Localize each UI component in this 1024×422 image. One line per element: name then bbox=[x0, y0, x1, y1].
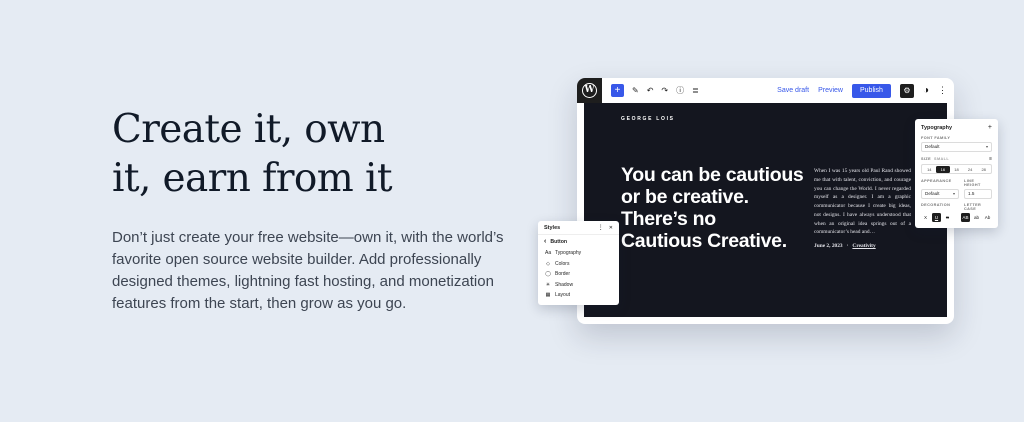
options-kebab-icon[interactable]: ⋮ bbox=[938, 86, 947, 95]
styles-back-label: Button bbox=[550, 238, 568, 245]
quote-heading-block[interactable]: You can be cautious or be creative. Ther… bbox=[621, 164, 804, 253]
font-family-label: FONT FAMILY bbox=[921, 135, 951, 140]
font-size-segmented-control: 14 16 18 24 28 bbox=[921, 164, 992, 174]
site-title-block[interactable]: GEORGE LOIS bbox=[621, 116, 675, 122]
block-inserter-button[interactable]: + bbox=[611, 84, 624, 97]
typography-panel-header: Typography + bbox=[921, 124, 992, 131]
page-title-line1: Create it, own bbox=[112, 107, 385, 152]
line-height-input[interactable]: 1.5 bbox=[964, 188, 992, 199]
toolbar-left-group: + ✎ ↶ ↷ ⓘ ≣ bbox=[611, 84, 699, 97]
hero-paragraph: Don’t just create your free website—own … bbox=[112, 228, 504, 312]
styles-kebab-icon[interactable]: ⋮ bbox=[598, 224, 604, 231]
styles-item-label: Typography bbox=[555, 250, 582, 257]
appearance-value: Default bbox=[925, 191, 940, 196]
styles-item-typography[interactable]: Aa Typography bbox=[538, 248, 619, 259]
chevron-left-icon: ‹ bbox=[544, 237, 547, 245]
editor-toolbar: W + ✎ ↶ ↷ ⓘ ≣ Save draft Preview Publish… bbox=[577, 78, 954, 103]
wordpress-logo-icon[interactable]: W bbox=[577, 78, 602, 103]
decoration-lettercase-labels: DECORATION LETTER CASE bbox=[921, 203, 992, 211]
letter-case-lowercase-button[interactable]: ab bbox=[972, 213, 981, 222]
article-excerpt-block[interactable]: When I was 15 years old Paul Rand showed… bbox=[814, 167, 911, 237]
letter-case-uppercase-button[interactable]: AB bbox=[961, 213, 970, 222]
letter-case-capitalize-button[interactable]: Ab bbox=[983, 213, 992, 222]
editor-window: W + ✎ ↶ ↷ ⓘ ≣ Save draft Preview Publish… bbox=[577, 78, 954, 324]
size-label-row: SIZE SMALL ≡ bbox=[921, 156, 992, 162]
border-icon: ◯ bbox=[545, 271, 551, 278]
font-size-option[interactable]: 28 bbox=[977, 166, 991, 173]
shadow-icon: ✳ bbox=[545, 281, 551, 288]
font-size-option-selected[interactable]: 16 bbox=[936, 165, 950, 173]
chevron-down-icon: ▾ bbox=[985, 144, 988, 149]
typography-plus-icon[interactable]: + bbox=[988, 124, 992, 131]
meta-separator: · bbox=[846, 243, 849, 249]
colors-icon: ◇ bbox=[546, 260, 550, 267]
styles-item-colors[interactable]: ◇ Colors bbox=[538, 259, 619, 270]
appearance-select[interactable]: Default ▾ bbox=[921, 188, 959, 199]
tools-pencil-icon[interactable]: ✎ bbox=[632, 86, 639, 95]
typography-icon: Aa bbox=[545, 250, 552, 257]
article-column: When I was 15 years old Paul Rand showed… bbox=[814, 167, 911, 249]
styles-back-button[interactable]: ‹ Button bbox=[538, 235, 619, 248]
font-size-option[interactable]: 24 bbox=[963, 166, 977, 173]
decoration-underline-button[interactable]: U bbox=[932, 213, 941, 222]
details-info-icon[interactable]: ⓘ bbox=[676, 86, 684, 95]
letter-case-label: LETTER CASE bbox=[964, 203, 982, 211]
list-view-icon[interactable]: ≣ bbox=[692, 86, 699, 95]
hero-section: Create it, own it, earn from it Don’t ju… bbox=[0, 0, 1024, 422]
decoration-lettercase-controls: X U S AB ab Ab bbox=[921, 213, 992, 222]
article-category-link[interactable]: Creativity bbox=[852, 243, 875, 249]
line-height-label: LINE HEIGHT bbox=[964, 178, 981, 187]
decoration-strikethrough-button[interactable]: S bbox=[943, 213, 952, 222]
quote-line: or be creative. bbox=[621, 186, 749, 209]
wordpress-w-glyph: W bbox=[582, 83, 597, 98]
styles-panel-title: Styles bbox=[544, 224, 561, 231]
article-meta: June 2, 2023 · Creativity bbox=[814, 243, 911, 249]
styles-item-shadow[interactable]: ✳ Shadow bbox=[538, 280, 619, 291]
chevron-down-icon: ▾ bbox=[952, 191, 955, 196]
preview-button[interactable]: Preview bbox=[818, 87, 843, 94]
quote-line: Cautious Creative. bbox=[621, 230, 787, 253]
settings-gear-icon[interactable]: ⚙ bbox=[899, 83, 914, 98]
size-settings-icon[interactable]: ≡ bbox=[989, 156, 992, 162]
appearance-lineheight-controls: Default ▾ 1.5 bbox=[921, 188, 992, 199]
publish-button[interactable]: Publish bbox=[851, 83, 891, 98]
hero-copy: Create it, own it, earn from it Don’t ju… bbox=[112, 106, 512, 315]
font-family-value: Default bbox=[925, 144, 940, 149]
font-size-option[interactable]: 18 bbox=[950, 166, 964, 173]
typography-panel: Typography + FONT FAMILY Default ▾ SIZE … bbox=[915, 119, 998, 228]
page-title: Create it, own it, earn from it bbox=[112, 106, 512, 204]
article-date: June 2, 2023 bbox=[814, 243, 843, 249]
styles-panel-actions: ⋮ ✕ bbox=[598, 224, 613, 232]
styles-item-label: Border bbox=[555, 271, 571, 278]
quote-line: There’s no bbox=[621, 208, 716, 231]
half-filled-circle-icon[interactable]: ◑ bbox=[923, 85, 929, 96]
styles-close-icon[interactable]: ✕ bbox=[609, 225, 613, 231]
decoration-button-group: X U S bbox=[921, 213, 952, 222]
font-size-option[interactable]: 14 bbox=[923, 166, 937, 173]
editor-canvas: GEORGE LOIS You can be cautious or be cr… bbox=[584, 103, 947, 317]
styles-item-layout[interactable]: ▦ Layout bbox=[538, 290, 619, 301]
decoration-label: DECORATION bbox=[921, 203, 951, 207]
undo-icon[interactable]: ↶ bbox=[647, 86, 654, 95]
page-title-line2: it, earn from it bbox=[112, 155, 393, 201]
save-draft-button[interactable]: Save draft bbox=[777, 87, 809, 94]
size-label: SIZE bbox=[921, 157, 932, 161]
styles-item-label: Shadow bbox=[555, 281, 574, 288]
redo-icon[interactable]: ↷ bbox=[661, 86, 668, 95]
styles-item-label: Colors bbox=[555, 260, 570, 267]
appearance-label: APPEARANCE bbox=[921, 178, 952, 183]
quote-line: You can be cautious bbox=[621, 164, 804, 186]
appearance-lineheight-labels: APPEARANCE LINE HEIGHT bbox=[921, 179, 992, 187]
letter-case-button-group: AB ab Ab bbox=[961, 213, 992, 222]
layout-icon: ▦ bbox=[545, 292, 551, 299]
styles-panel-header: Styles ⋮ ✕ bbox=[538, 221, 619, 235]
font-family-select[interactable]: Default ▾ bbox=[921, 141, 992, 152]
typography-panel-title: Typography bbox=[921, 124, 953, 131]
styles-item-border[interactable]: ◯ Border bbox=[538, 269, 619, 280]
styles-item-label: Layout bbox=[555, 292, 571, 299]
toolbar-right-group: Save draft Preview Publish ⚙ ◑ ⋮ bbox=[777, 83, 947, 98]
decoration-none-button[interactable]: X bbox=[921, 213, 930, 222]
size-current-value: SMALL bbox=[934, 157, 950, 161]
styles-panel: Styles ⋮ ✕ ‹ Button Aa Typography ◇ Colo… bbox=[538, 221, 619, 305]
